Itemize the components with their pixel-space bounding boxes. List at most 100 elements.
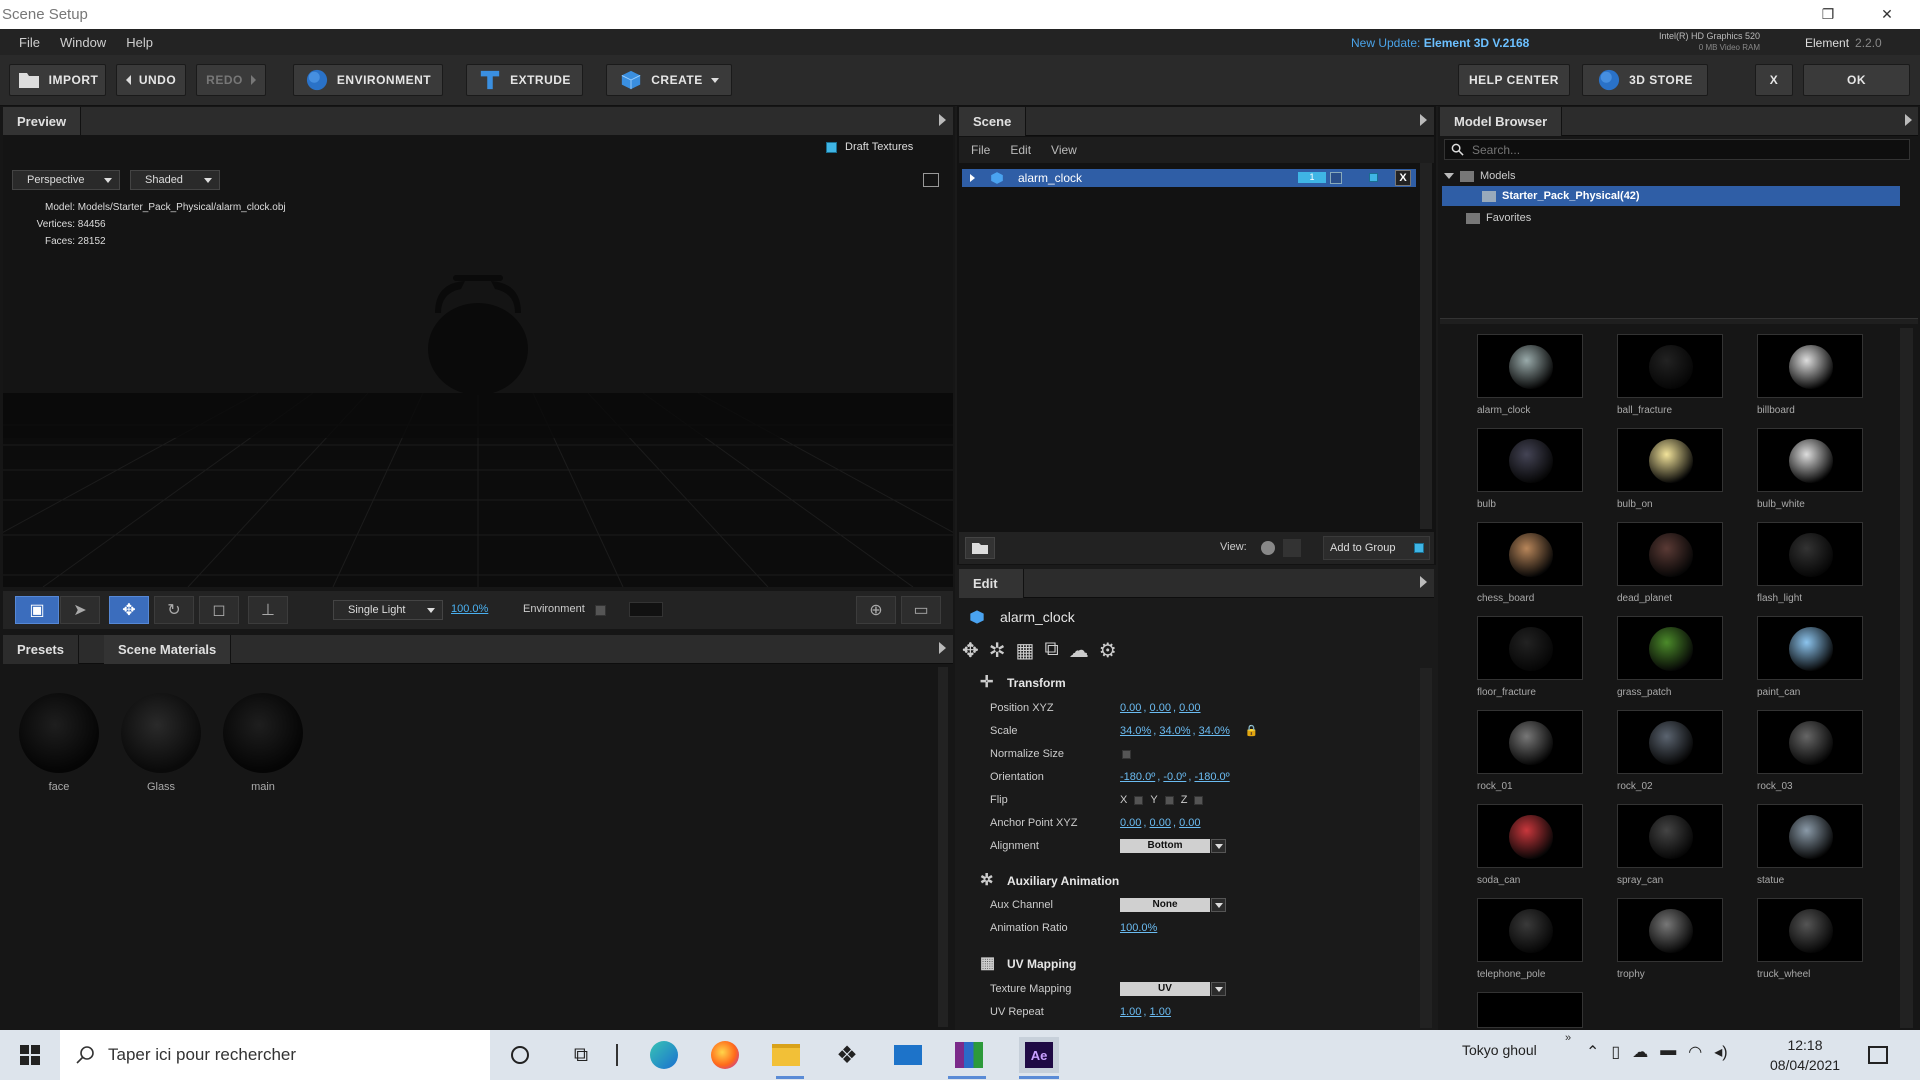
model-thumbnail[interactable] [1617, 804, 1723, 868]
extrude-button[interactable]: EXTRUDE [466, 64, 583, 96]
windows-start-button[interactable] [14, 1040, 46, 1070]
taskbar-search[interactable]: Taper ici pour rechercher [60, 1030, 490, 1080]
new-folder-button[interactable] [965, 537, 995, 559]
model-thumbnail[interactable] [1757, 804, 1863, 868]
menu-window[interactable]: Window [50, 35, 116, 50]
panel-expand-icon[interactable] [1905, 114, 1912, 126]
model-search-input[interactable] [1472, 142, 1892, 157]
uv-mapping-section[interactable]: ▦ UV Mapping [962, 952, 1418, 976]
widget-expand-icon[interactable]: » [1565, 1032, 1571, 1044]
material-glass[interactable]: Glass [121, 693, 201, 793]
scene-menu-file[interactable]: File [971, 143, 990, 157]
cloud-icon[interactable]: ☁ [1632, 1042, 1648, 1062]
move-icon[interactable]: ✥ [962, 638, 979, 664]
target-button[interactable]: ⊕ [856, 596, 896, 624]
model-thumbnail[interactable] [1617, 428, 1723, 492]
model-search-box[interactable] [1444, 139, 1910, 160]
wifi-icon[interactable]: ◠ [1688, 1042, 1702, 1062]
model-thumbnail[interactable] [1477, 334, 1583, 398]
winrar-button[interactable] [953, 1040, 985, 1070]
settings-gear-icon[interactable]: ⚙ [1099, 638, 1117, 664]
view-grid-button[interactable] [1283, 539, 1301, 557]
expand-arrow-icon[interactable] [1444, 173, 1454, 179]
clone-icon[interactable]: ⧉ [1044, 638, 1058, 664]
alignment-dropdown[interactable]: Bottom [1120, 839, 1210, 853]
undo-button[interactable]: UNDO [116, 64, 186, 96]
redo-button[interactable]: REDO [196, 64, 266, 96]
view-sphere-button[interactable] [1261, 541, 1275, 555]
aux-animation-icon[interactable]: ✲ [989, 638, 1006, 664]
environment-swatch[interactable] [629, 602, 663, 617]
materials-scrollbar[interactable] [938, 667, 948, 1027]
clock[interactable]: 12:18 08/04/2021 [1760, 1035, 1850, 1075]
model-thumbnail[interactable] [1477, 616, 1583, 680]
dropbox-button[interactable]: ❖ [831, 1040, 863, 1070]
aux-animation-section[interactable]: ✲ Auxiliary Animation [962, 869, 1418, 893]
model-thumbnail[interactable] [1617, 898, 1723, 962]
model-thumbnail[interactable] [1617, 334, 1723, 398]
transform-section[interactable]: ✛ Transform [962, 671, 1418, 695]
volume-icon[interactable]: ◂) [1714, 1042, 1727, 1062]
flip-y-checkbox[interactable] [1164, 795, 1174, 805]
3d-viewport[interactable]: Draft Textures Perspective Shaded Model:… [3, 135, 953, 587]
model-thumbnail-partial[interactable] [1477, 992, 1583, 1028]
display-button[interactable]: ▭ [901, 596, 941, 624]
flip-z-checkbox[interactable] [1194, 795, 1204, 805]
edit-scrollbar[interactable] [1420, 668, 1432, 1028]
tab-model-browser[interactable]: Model Browser [1440, 107, 1563, 136]
material-face[interactable]: face [19, 693, 99, 793]
panel-expand-icon[interactable] [1420, 576, 1427, 588]
after-effects-button[interactable]: Ae [1019, 1037, 1059, 1073]
model-thumbnail[interactable] [1757, 334, 1863, 398]
cancel-button[interactable]: X [1755, 64, 1793, 96]
maximize-viewport-icon[interactable] [923, 173, 939, 187]
create-button[interactable]: CREATE [606, 64, 732, 96]
tab-scene-materials[interactable]: Scene Materials [104, 635, 232, 664]
model-thumbnail[interactable] [1477, 710, 1583, 774]
expand-arrow-icon[interactable] [970, 174, 975, 182]
menu-help[interactable]: Help [116, 35, 163, 50]
visibility-checkbox[interactable] [1369, 173, 1378, 182]
edge-browser-button[interactable] [648, 1040, 680, 1070]
panel-expand-icon[interactable] [1420, 114, 1427, 126]
scene-scrollbar[interactable] [1420, 163, 1432, 529]
model-thumbnail[interactable] [1477, 804, 1583, 868]
3d-store-button[interactable]: 3D STORE [1582, 64, 1708, 96]
checker-icon[interactable]: ▦ [1016, 638, 1035, 664]
browser-scrollbar[interactable] [1900, 328, 1913, 1028]
group-dropdown[interactable] [1330, 172, 1342, 184]
ok-button[interactable]: OK [1803, 64, 1910, 96]
rotate-tool-button[interactable]: ↻ [154, 596, 194, 624]
flip-x-checkbox[interactable] [1134, 795, 1144, 805]
model-thumbnail[interactable] [1757, 522, 1863, 586]
cortana-button[interactable] [504, 1040, 536, 1070]
remove-item-button[interactable]: X [1395, 170, 1411, 186]
deform-icon[interactable]: ☁ [1069, 638, 1089, 664]
notifications-button[interactable] [1862, 1040, 1894, 1070]
normalize-checkbox[interactable] [1122, 750, 1131, 759]
tab-presets[interactable]: Presets [3, 635, 79, 664]
select-tool-button[interactable]: ➤ [60, 596, 100, 624]
close-window-button[interactable]: ✕ [1864, 0, 1910, 29]
model-thumbnail[interactable] [1477, 898, 1583, 962]
aux-channel-dropdown-arrow[interactable] [1211, 898, 1226, 912]
tab-scene[interactable]: Scene [959, 107, 1027, 136]
aux-channel-dropdown[interactable]: None [1120, 898, 1210, 912]
light-dropdown[interactable]: Single Light [333, 600, 443, 620]
shading-dropdown[interactable]: Shaded [130, 170, 220, 190]
light-intensity[interactable]: 100.0% [451, 603, 488, 615]
model-thumbnail[interactable] [1477, 522, 1583, 586]
scene-menu-view[interactable]: View [1051, 143, 1077, 157]
add-to-group-button[interactable]: Add to Group [1323, 536, 1430, 560]
tree-node-starter-pack[interactable]: Starter_Pack_Physical(42) [1442, 186, 1900, 206]
import-button[interactable]: IMPORT [9, 64, 106, 96]
file-explorer-button[interactable] [770, 1040, 802, 1070]
camera-tool-button[interactable]: ▣ [15, 596, 59, 624]
model-thumbnail[interactable] [1477, 428, 1583, 492]
panel-expand-icon[interactable] [939, 642, 946, 654]
axis-tool-button[interactable]: ⊥ [248, 596, 288, 624]
draft-textures-toggle[interactable]: Draft Textures [826, 141, 913, 153]
chevron-up-icon[interactable]: ⌃ [1586, 1042, 1599, 1062]
task-view-button[interactable]: ⧉ [565, 1040, 597, 1070]
group-badge[interactable]: 1 [1298, 172, 1326, 183]
